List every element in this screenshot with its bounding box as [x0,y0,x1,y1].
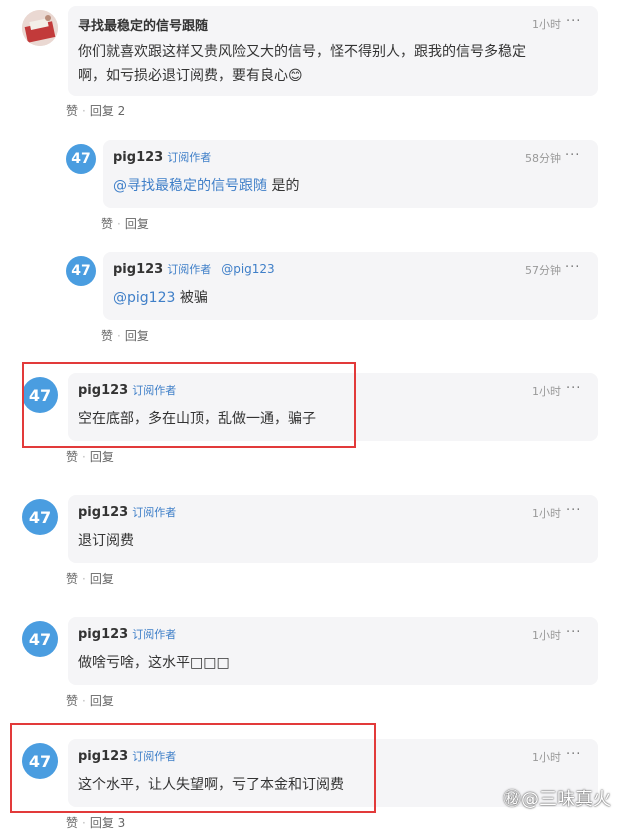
highlight-box [22,362,356,448]
user-avatar[interactable]: 47 [66,144,96,174]
like-button[interactable]: 赞 [66,572,78,586]
comment-time: 1小时 [532,385,561,398]
comment-actions: 赞 · 回复 [66,450,114,464]
comment-bubble: pig123 订阅作者 @pig123 57分钟 ··· @pig123 被骗 [103,252,598,320]
reply-button[interactable]: 回复 [90,694,114,708]
comment-text: 退订阅费 [78,533,134,549]
comment-actions: 赞 · 回复 [66,694,114,708]
comment-actions: 赞 · 回复 [101,329,149,343]
comment-time: 1小时 [532,629,561,642]
user-avatar[interactable]: 47 [66,256,96,286]
comment-time: 1小时 [532,507,561,520]
reply-button[interactable]: 回复 3 [90,816,125,830]
more-icon[interactable]: ··· [566,503,581,518]
comment-author[interactable]: 寻找最稳定的信号跟随 [78,15,208,34]
mention-link[interactable]: @pig123 [113,290,175,306]
reply-button[interactable]: 回复 [90,572,114,586]
more-icon[interactable]: ··· [565,260,580,275]
reply-button[interactable]: 回复 [90,450,114,464]
author-badge: 订阅作者 [132,506,177,519]
more-icon[interactable]: ··· [566,381,581,396]
comment-bubble: 寻找最稳定的信号跟随 1小时 ··· 你们就喜欢跟这样又贵风险又大的信号，怪不得… [68,6,598,96]
author-name[interactable]: pig123 [113,150,163,165]
comment-bubble: pig123 订阅作者 58分钟 ··· @寻找最稳定的信号跟随 是的 [103,140,598,208]
like-button[interactable]: 赞 [101,217,113,231]
reply-button[interactable]: 回复 [125,217,149,231]
comment-time: 57分钟 [525,264,561,277]
author-name[interactable]: pig123 [78,505,128,520]
user-avatar[interactable] [22,10,58,46]
user-avatar[interactable]: 47 [22,621,58,657]
reply-button[interactable]: 回复 2 [90,104,125,118]
comment-actions: 赞 · 回复 2 [66,104,126,118]
comment-time: 1小时 [532,18,561,31]
author-name[interactable]: pig123 [78,627,128,642]
comment-actions: 赞 · 回复 3 [66,816,126,830]
comment-actions: 赞 · 回复 [101,217,149,231]
more-icon[interactable]: ··· [566,14,581,29]
more-icon[interactable]: ··· [566,747,581,762]
like-button[interactable]: 赞 [101,329,113,343]
comment-text: 你们就喜欢跟这样又贵风险又大的信号，怪不得别人，跟我的信号多稳定 啊，如亏损必退… [78,44,526,84]
comment-text: @寻找最稳定的信号跟随 是的 [113,178,300,194]
mention-link[interactable]: @寻找最稳定的信号跟随 [113,178,267,194]
comment-item: 47 pig123 订阅作者 1小时 ··· 做啥亏啥，这水平□□□ 赞 · 回复 [0,614,617,714]
comment-author: pig123 订阅作者 [113,149,211,165]
reply-button[interactable]: 回复 [125,329,149,343]
like-button[interactable]: 赞 [66,816,78,830]
comment-bubble: pig123 订阅作者 1小时 ··· 退订阅费 [68,495,598,563]
author-badge: 订阅作者 [167,263,212,276]
comment-item: 47 pig123 订阅作者 1小时 ··· 退订阅费 赞 · 回复 [0,492,617,592]
more-icon[interactable]: ··· [566,625,581,640]
comment-time: 1小时 [532,751,561,764]
reply-to-mention[interactable]: @pig123 [221,262,274,276]
comment-text: 做啥亏啥，这水平□□□ [78,655,230,671]
more-icon[interactable]: ··· [565,148,580,163]
like-button[interactable]: 赞 [66,694,78,708]
comment-author: pig123 订阅作者 [78,626,176,642]
author-badge: 订阅作者 [167,151,212,164]
comment-actions: 赞 · 回复 [66,572,114,586]
reply-item: 47 pig123 订阅作者 @pig123 57分钟 ··· @pig123 被骗… [0,250,617,343]
user-avatar[interactable]: 47 [22,499,58,535]
author-badge: 订阅作者 [132,628,177,641]
comment-author: pig123 订阅作者 @pig123 [113,261,275,277]
comment-author: pig123 订阅作者 [78,504,176,520]
avatar-photo-icon [22,10,58,46]
reply-item: 47 pig123 订阅作者 58分钟 ··· @寻找最稳定的信号跟随 是的 赞 ·… [0,138,617,231]
watermark: ㊙@三味真火 [503,789,611,810]
comment-item: 寻找最稳定的信号跟随 1小时 ··· 你们就喜欢跟这样又贵风险又大的信号，怪不得… [0,0,617,120]
author-name[interactable]: pig123 [113,262,163,277]
highlight-box [10,723,376,813]
like-button[interactable]: 赞 [66,104,78,118]
comment-bubble: pig123 订阅作者 1小时 ··· 做啥亏啥，这水平□□□ [68,617,598,685]
comment-text: @pig123 被骗 [113,290,208,306]
like-button[interactable]: 赞 [66,450,78,464]
comment-time: 58分钟 [525,152,561,165]
